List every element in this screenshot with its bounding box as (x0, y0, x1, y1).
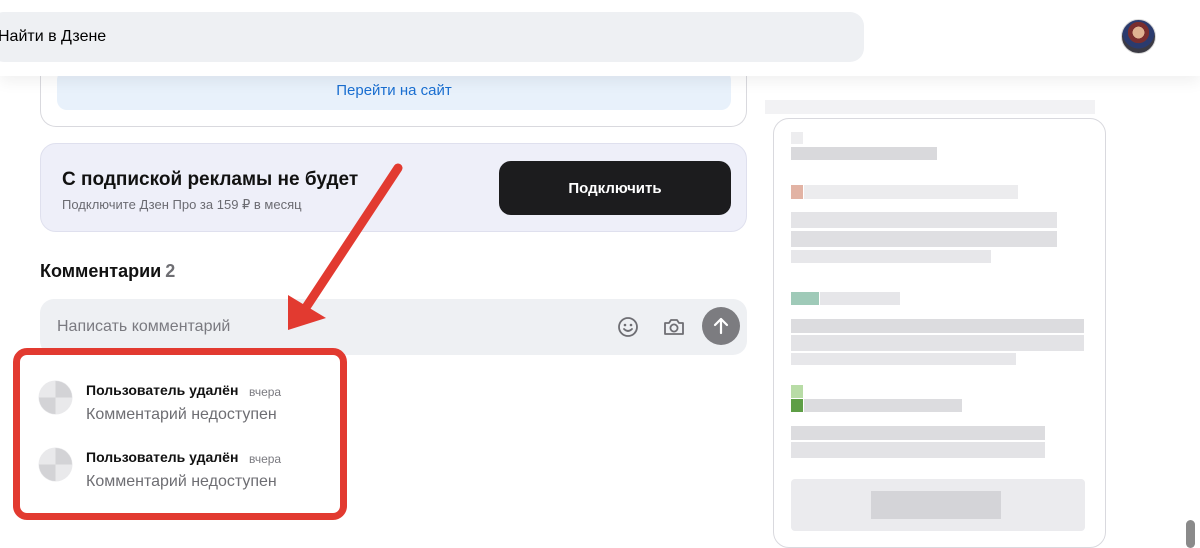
search-placeholder: Найти в Дзене (0, 28, 107, 45)
deleted-user-avatar-icon[interactable] (38, 447, 73, 482)
blur-block (791, 212, 1057, 228)
comment-item: Пользователь удалён вчера Комментарий не… (38, 380, 338, 430)
blur-block (791, 426, 1045, 440)
blur-block (791, 185, 803, 199)
blur-block (820, 292, 900, 305)
user-avatar-icon[interactable] (1121, 19, 1156, 54)
deleted-user-avatar-icon[interactable] (38, 380, 73, 415)
page-scrollbar-thumb[interactable] (1186, 520, 1195, 548)
blur-block (791, 147, 937, 160)
comment-input[interactable]: Написать комментарий (40, 299, 747, 355)
blur-block (791, 292, 819, 305)
comment-text: Комментарий недоступен (86, 473, 277, 490)
comments-count: 2 (165, 261, 176, 281)
comment-author[interactable]: Пользователь удалён (86, 449, 238, 465)
comment-time: вчера (249, 452, 282, 466)
comment-item: Пользователь удалён вчера Комментарий не… (38, 447, 338, 497)
blur-block (791, 319, 1084, 333)
subscribe-button[interactable]: Подключить (499, 161, 731, 215)
blur-block (791, 442, 1045, 458)
blur-block (804, 185, 1018, 199)
search-bar[interactable]: Найти в Дзене (0, 12, 864, 62)
blur-block (791, 250, 991, 263)
subscription-promo: С подпиской рекламы не будет Подключите … (40, 143, 747, 232)
blur-block (791, 353, 1016, 365)
comment-time: вчера (249, 385, 282, 399)
blur-block (871, 491, 1001, 519)
sidebar-blur-strip (765, 100, 1095, 114)
blur-block (804, 399, 962, 412)
comment-input-placeholder: Написать комментарий (57, 318, 231, 335)
camera-icon[interactable] (660, 313, 688, 341)
send-arrow-icon[interactable] (702, 307, 740, 345)
emoji-icon[interactable] (614, 313, 642, 341)
go-to-site-button[interactable]: Перейти на сайт (57, 70, 731, 110)
comments-heading-label: Комментарии (40, 261, 162, 281)
top-header: Найти в Дзене (0, 0, 1200, 76)
blur-block (791, 399, 803, 412)
sidebar-blurred-widget (773, 118, 1106, 548)
blur-block (791, 385, 803, 398)
promo-title: С подпиской рекламы не будет (62, 169, 359, 190)
blur-block (791, 132, 803, 144)
comment-text: Комментарий недоступен (86, 406, 277, 423)
comments-heading: Комментарии 2 (40, 261, 175, 282)
comment-author[interactable]: Пользователь удалён (86, 382, 238, 398)
blur-block (791, 335, 1084, 351)
promo-subtitle: Подключите Дзен Про за 159 ₽ в месяц (62, 197, 302, 212)
blur-block (791, 231, 1057, 247)
